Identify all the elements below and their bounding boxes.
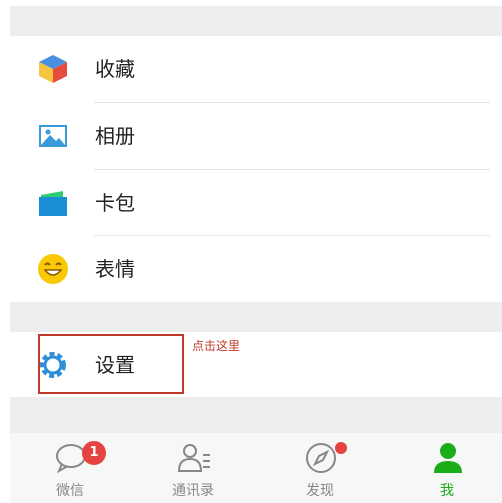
tab-bar: 微信 1 通讯录 发现 我	[10, 433, 502, 503]
menu-item-label: 收藏	[95, 57, 135, 81]
section-gap-top	[10, 6, 502, 36]
section-gap-middle	[10, 302, 502, 332]
menu-item-favorites[interactable]: 收藏	[10, 36, 502, 102]
unread-badge: 1	[82, 441, 106, 465]
tab-label: 我	[440, 483, 454, 499]
menu-item-stickers[interactable]: 表情	[10, 236, 502, 302]
tab-label: 通讯录	[172, 483, 214, 499]
contacts-icon	[177, 444, 210, 472]
menu-item-settings[interactable]: 设置	[10, 332, 502, 398]
menu-item-card-wallet[interactable]: 卡包	[10, 170, 502, 236]
menu-item-album[interactable]: 相册	[10, 103, 502, 169]
smiley-face-icon	[38, 254, 68, 284]
gear-icon	[40, 352, 66, 378]
person-icon	[434, 443, 462, 473]
album-picture-icon	[39, 125, 67, 147]
tab-me[interactable]: 我	[402, 433, 492, 503]
tab-discover[interactable]: 发现	[275, 433, 365, 503]
annotation-text: 点击这里	[192, 339, 241, 353]
tab-contacts[interactable]: 通讯录	[148, 433, 238, 503]
menu-item-label: 设置	[95, 353, 135, 377]
tab-label: 发现	[306, 483, 334, 499]
favorites-cube-icon	[39, 55, 67, 83]
section-gap-bottom	[10, 397, 502, 433]
menu-item-label: 相册	[95, 124, 135, 148]
card-wallet-icon	[39, 191, 67, 216]
tab-label: 微信	[56, 483, 84, 499]
menu-item-label: 卡包	[95, 191, 135, 215]
new-content-dot	[335, 442, 347, 454]
menu-item-label: 表情	[95, 257, 135, 281]
compass-icon	[306, 443, 336, 473]
